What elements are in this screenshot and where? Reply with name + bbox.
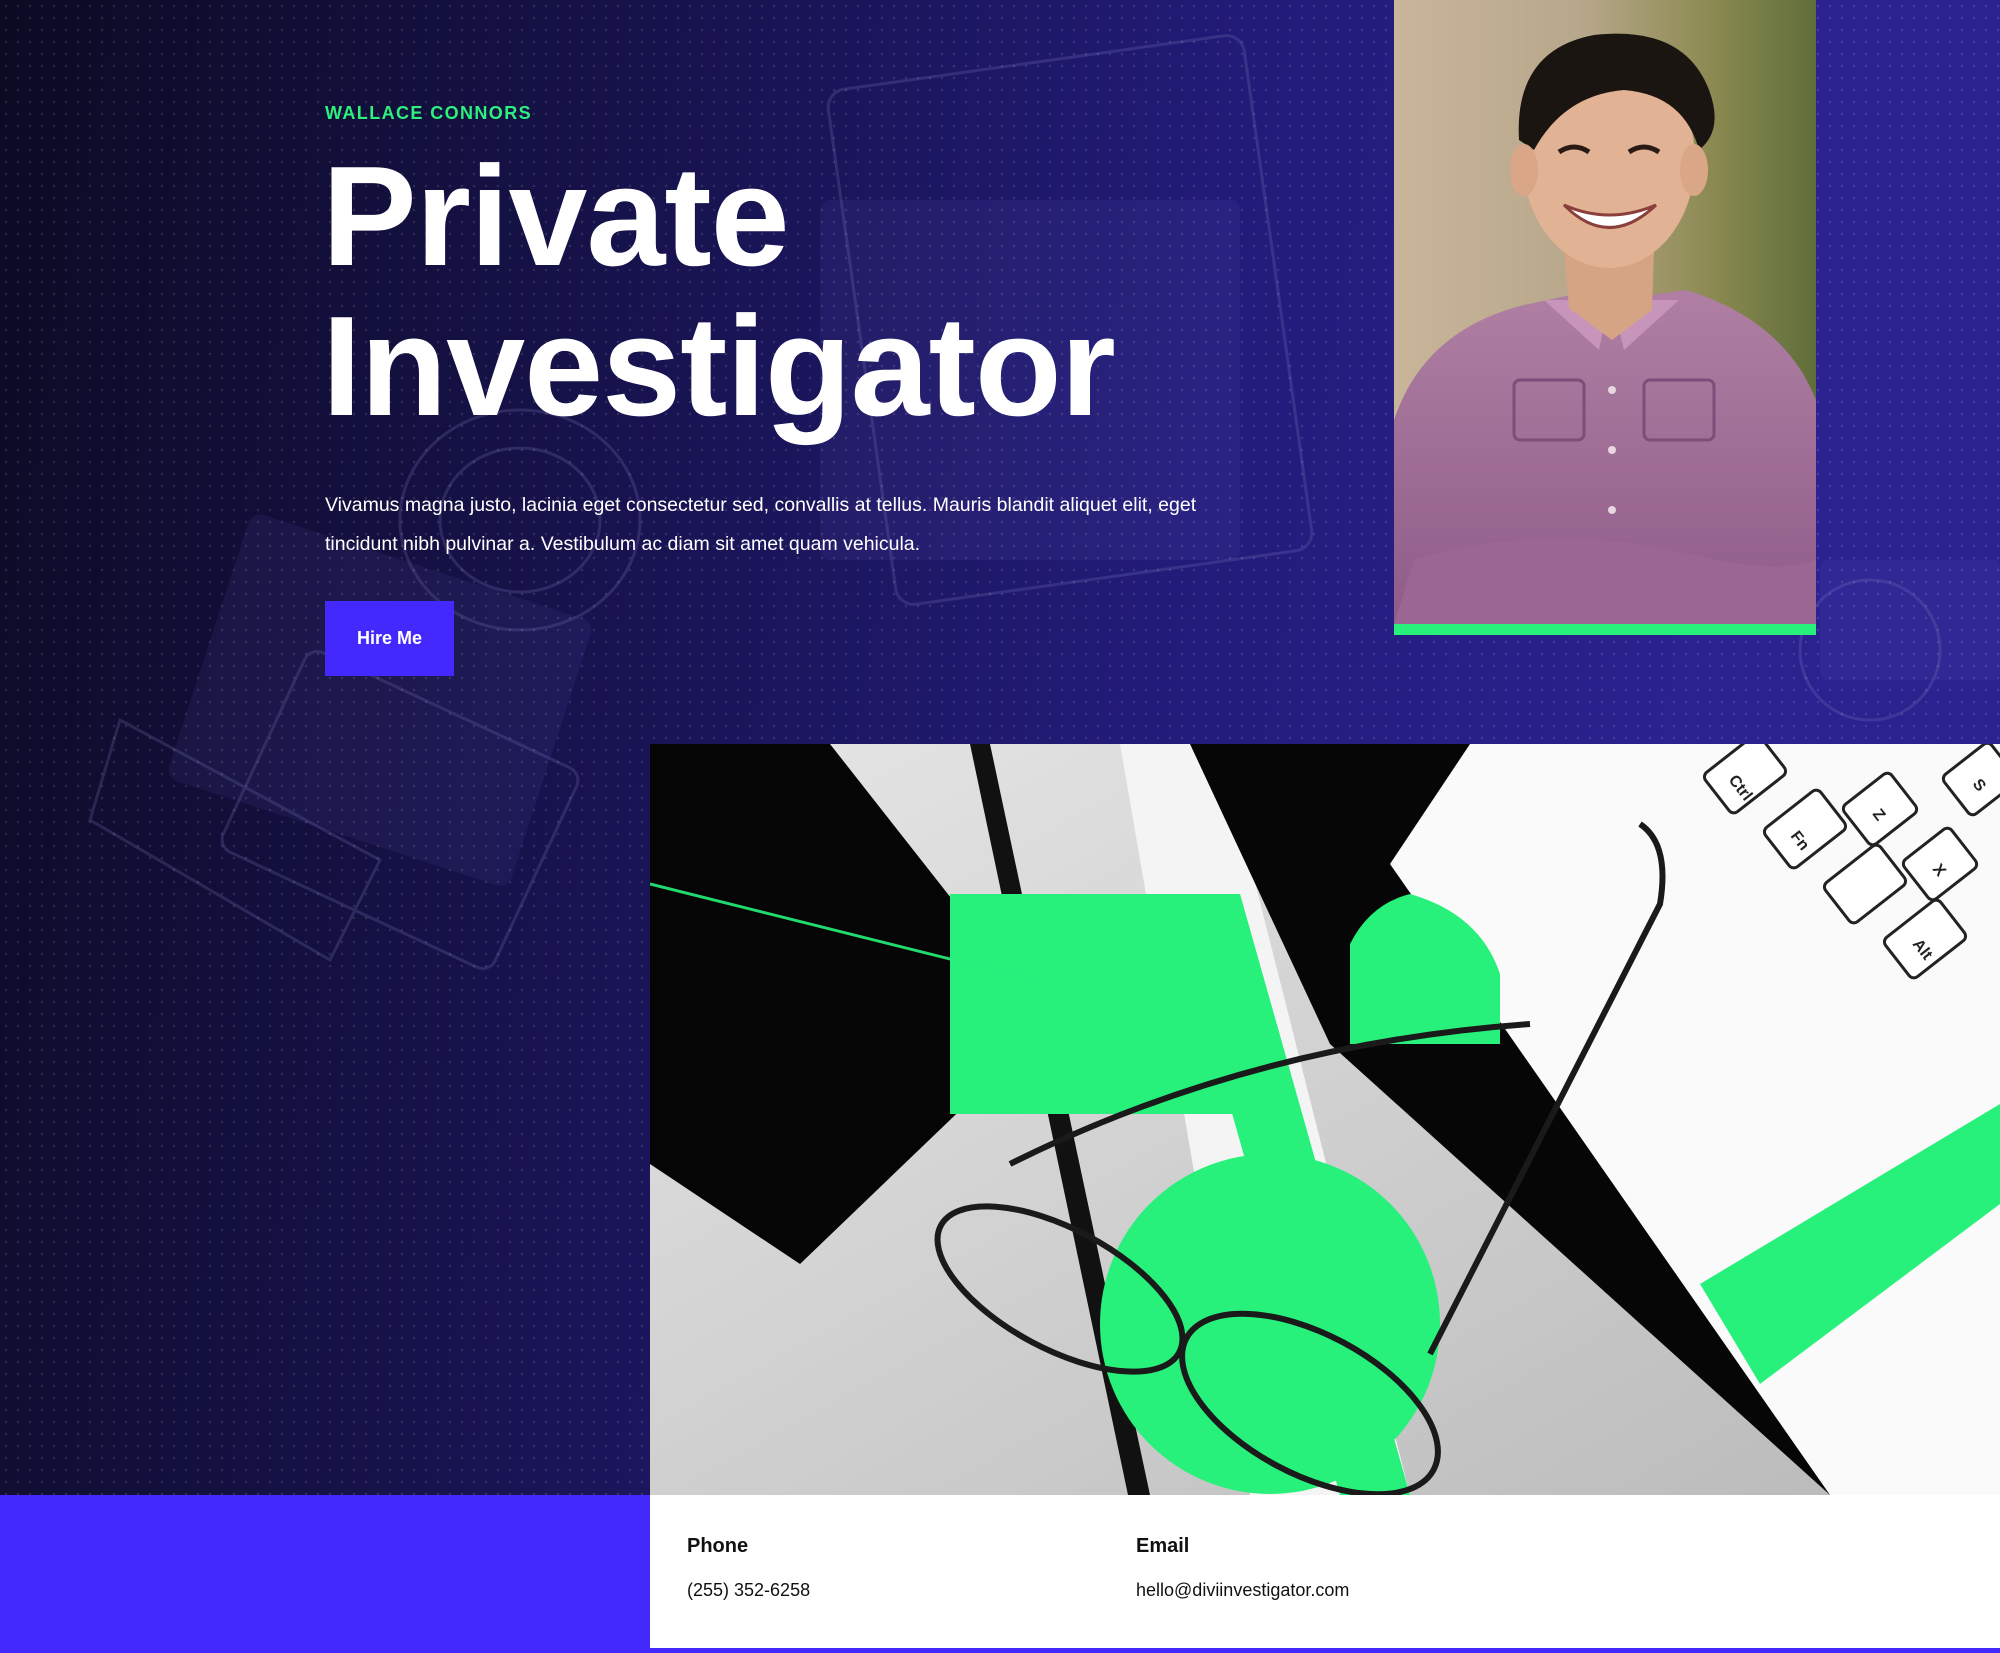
intro-paragraph: Vivamus magna justo, lacinia eget consec…: [325, 486, 1285, 564]
contact-info-panel: Phone (255) 352-6258 Email hello@diviinv…: [650, 1495, 2000, 1648]
blue-accent-block: [0, 1495, 650, 1653]
phone-label: Phone: [687, 1535, 749, 1557]
desk-glasses-photo: Ctrl Fn Alt Z X S: [650, 744, 2000, 1495]
intro-line-1: Vivamus magna justo, lacinia eget consec…: [325, 494, 1197, 516]
portrait-image: [1394, 0, 1816, 624]
intro-line-2: tincidunt nibh pulvinar a. Vestibulum ac…: [325, 533, 921, 555]
hero-page: WALLACE CONNORS Private Investigator Viv…: [0, 0, 2000, 1653]
email-label: Email: [1136, 1535, 1190, 1557]
contact-bottom-border: [650, 1648, 2000, 1653]
email-value[interactable]: hello@diviinvestigator.com: [1136, 1580, 1349, 1601]
hire-me-button[interactable]: Hire Me: [325, 601, 454, 676]
title-line-1: Private: [322, 137, 790, 296]
page-title: Private Investigator: [322, 142, 1222, 442]
desk-image: Ctrl Fn Alt Z X S: [650, 744, 2000, 1495]
phone-value[interactable]: (255) 352-6258: [687, 1580, 810, 1601]
person-name-eyebrow: WALLACE CONNORS: [325, 103, 532, 123]
email-column: Email hello@diviinvestigator.com: [1136, 1535, 1349, 1601]
portrait-photo: [1394, 0, 1816, 624]
phone-column: Phone (255) 352-6258: [687, 1535, 810, 1601]
portrait-accent-bar: [1394, 624, 1816, 635]
title-line-2: Investigator: [322, 287, 1116, 446]
